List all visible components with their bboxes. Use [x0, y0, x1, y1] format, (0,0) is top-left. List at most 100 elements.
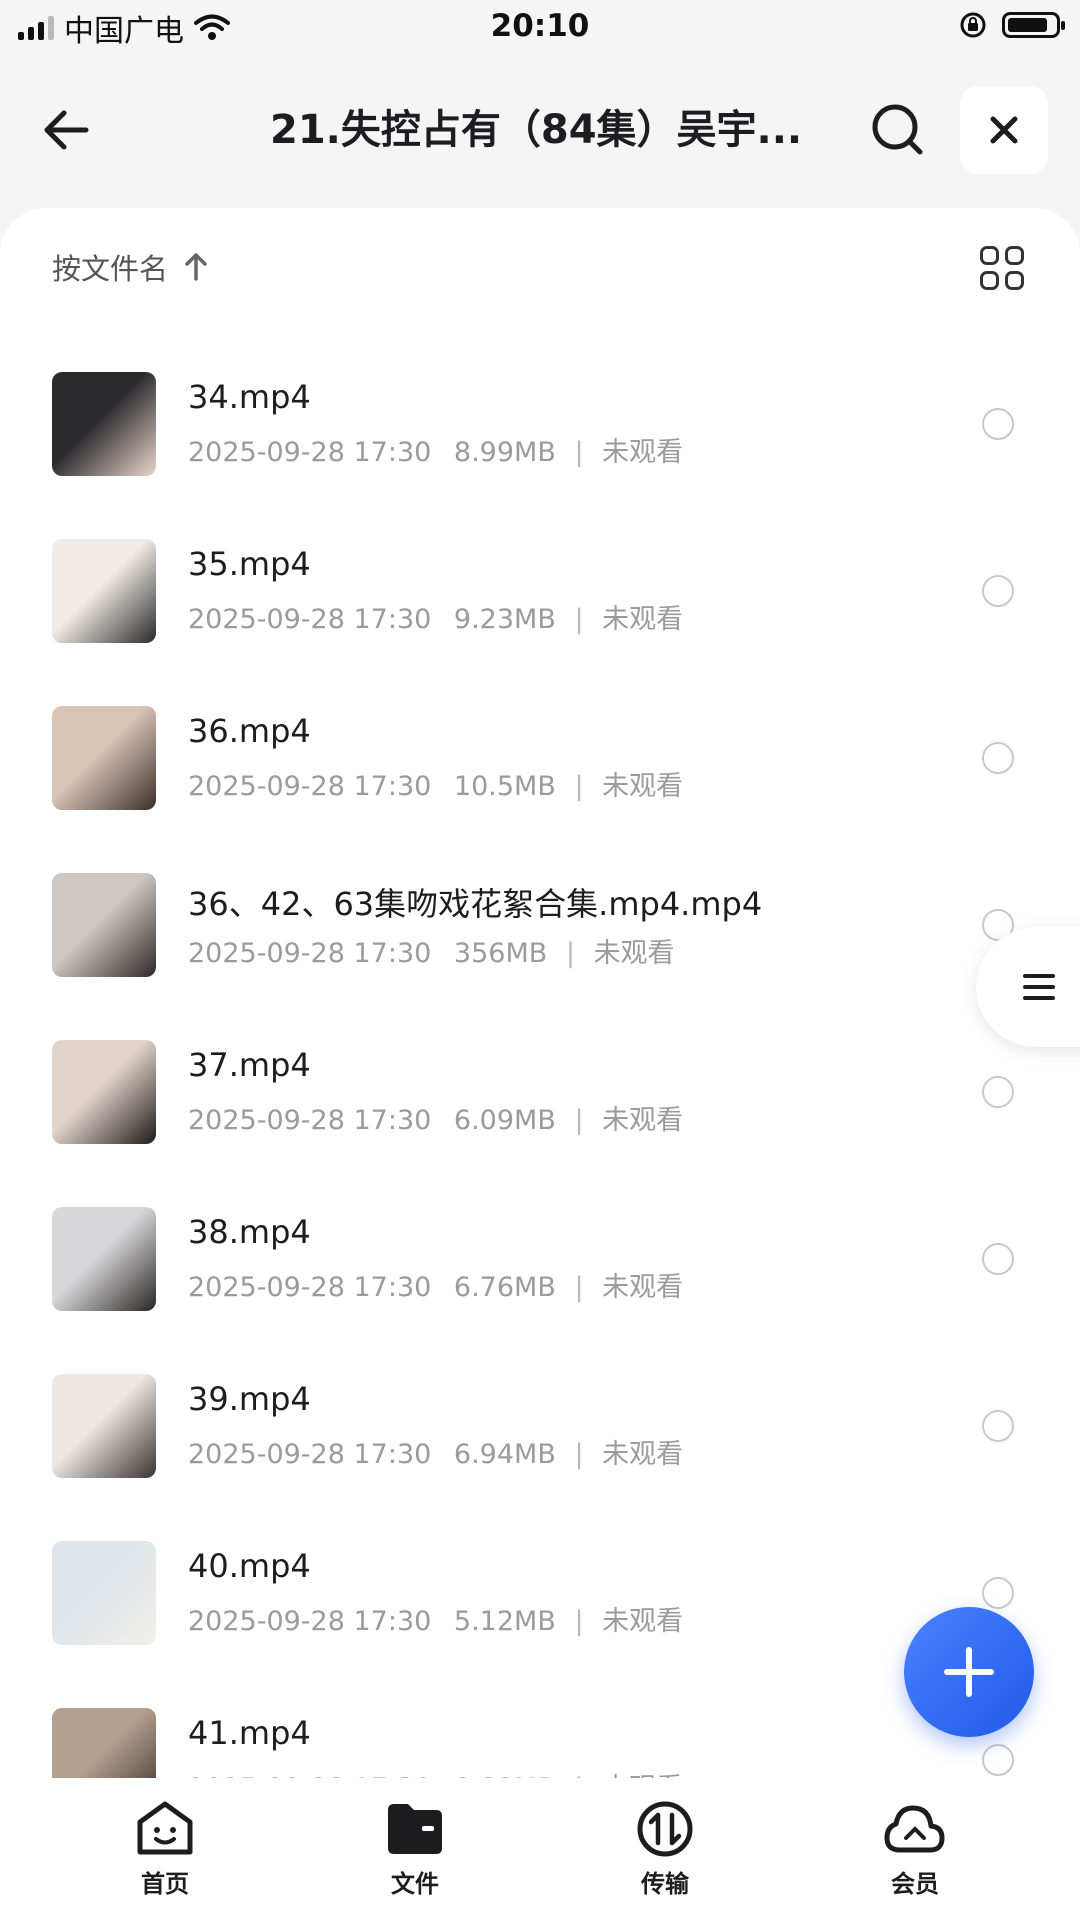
file-size: 6.76MB: [453, 1272, 556, 1303]
file-name: 37.mp4: [188, 1046, 311, 1084]
search-button[interactable]: [868, 100, 928, 160]
file-name: 36.mp4: [188, 712, 311, 750]
add-button[interactable]: [904, 1607, 1034, 1737]
select-radio[interactable]: [982, 1744, 1014, 1776]
file-meta: 2025-09-28 17:30 6.09MB | 未观看: [188, 1098, 683, 1137]
arrow-up-icon: [185, 253, 207, 281]
search-icon: [872, 104, 923, 155]
meta-separator: |: [574, 1606, 584, 1637]
file-meta: 2025-09-28 17:30 6.76MB | 未观看: [188, 1265, 683, 1304]
tab-files[interactable]: 文件: [345, 1800, 485, 1899]
video-thumbnail: [52, 1541, 156, 1645]
file-size: 8.99MB: [453, 437, 556, 468]
watch-status: 未观看: [602, 771, 684, 802]
watch-status: 未观看: [602, 604, 684, 635]
file-name: 35.mp4: [188, 545, 311, 583]
file-row[interactable]: 35.mp4 2025-09-28 17:30 9.23MB | 未观看: [0, 495, 1080, 662]
tab-transfer-label: 传输: [641, 1870, 689, 1898]
file-meta: 2025-09-28 17:30 356MB | 未观看: [188, 931, 675, 970]
select-radio[interactable]: [982, 575, 1014, 607]
file-meta: 2025-09-28 17:30 6.94MB | 未观看: [188, 1432, 683, 1471]
tab-member[interactable]: 会员: [845, 1800, 985, 1899]
file-name: 41.mp4: [188, 1714, 311, 1752]
video-thumbnail: [52, 372, 156, 476]
file-size: 6.09MB: [453, 1105, 556, 1136]
file-date: 2025-09-28 17:30: [188, 604, 432, 635]
file-date: 2025-09-28 17:30: [188, 1606, 432, 1637]
select-radio[interactable]: [982, 1243, 1014, 1275]
file-date: 2025-09-28 17:30: [188, 771, 432, 802]
meta-separator: |: [574, 1105, 584, 1136]
file-date: 2025-09-28 17:30: [188, 938, 432, 969]
select-radio[interactable]: [982, 1577, 1014, 1609]
rotation-lock-icon: [960, 12, 986, 38]
file-size: 10.5MB: [453, 771, 556, 802]
file-size: 5.12MB: [453, 1606, 556, 1637]
smiley-home-icon: [137, 1801, 193, 1855]
file-meta: 2025-09-28 17:30 5.12MB | 未观看: [188, 1599, 683, 1638]
tab-member-label: 会员: [891, 1870, 939, 1898]
select-radio[interactable]: [982, 1076, 1014, 1108]
back-arrow-icon: [44, 110, 89, 150]
video-thumbnail: [52, 539, 156, 643]
tab-transfer[interactable]: 传输: [595, 1800, 735, 1899]
meta-separator: |: [574, 437, 584, 468]
video-thumbnail: [52, 1374, 156, 1478]
menu-icon: [1023, 974, 1055, 1000]
close-button[interactable]: [960, 86, 1048, 174]
sort-label: 按文件名: [52, 252, 169, 286]
file-row[interactable]: 39.mp4 2025-09-28 17:30 6.94MB | 未观看: [0, 1330, 1080, 1497]
transfer-icon: [637, 1801, 693, 1857]
battery-level: [1008, 18, 1048, 32]
video-thumbnail: [52, 1708, 156, 1778]
file-size: 356MB: [453, 938, 548, 969]
meta-separator: |: [574, 1439, 584, 1470]
file-row[interactable]: 36.mp4 2025-09-28 17:30 10.5MB | 未观看: [0, 662, 1080, 829]
battery-icon: [1002, 12, 1065, 38]
watch-status: 未观看: [602, 437, 684, 468]
video-thumbnail: [52, 706, 156, 810]
video-thumbnail: [52, 1207, 156, 1311]
video-thumbnail: [52, 873, 156, 977]
file-panel: 按文件名 34.mp4 2025-09-28 17:30 8.99MB | 未观…: [0, 208, 1080, 1778]
watch-status: 未观看: [602, 1272, 684, 1303]
file-name: 40.mp4: [188, 1547, 311, 1585]
meta-separator: |: [574, 771, 584, 802]
watch-status: 未观看: [602, 1606, 684, 1637]
file-meta: 2025-09-28 17:30 8.88MB | 未观看: [188, 1766, 683, 1778]
select-radio[interactable]: [982, 408, 1014, 440]
file-date: 2025-09-28 17:30: [188, 1105, 432, 1136]
tab-bar: 首页 文件 传输 会员: [0, 1778, 1080, 1920]
file-list: 34.mp4 2025-09-28 17:30 8.99MB | 未观看 35.…: [0, 328, 1080, 1778]
file-date: 2025-09-28 17:30: [188, 437, 432, 468]
cloud-icon: [884, 1805, 945, 1853]
close-icon: [990, 116, 1018, 144]
back-button[interactable]: [36, 100, 106, 160]
file-date: 2025-09-28 17:30: [188, 1272, 432, 1303]
tab-home[interactable]: 首页: [95, 1800, 235, 1899]
file-meta: 2025-09-28 17:30 8.99MB | 未观看: [188, 430, 683, 469]
select-radio[interactable]: [982, 1410, 1014, 1442]
file-date: 2025-09-28 17:30: [188, 1439, 432, 1470]
sort-control[interactable]: 按文件名: [52, 246, 208, 288]
tab-home-label: 首页: [141, 1870, 189, 1898]
video-thumbnail: [52, 1040, 156, 1144]
file-name: 38.mp4: [188, 1213, 311, 1251]
select-radio[interactable]: [982, 742, 1014, 774]
file-row[interactable]: 37.mp4 2025-09-28 17:30 6.09MB | 未观看: [0, 996, 1080, 1163]
watch-status: 未观看: [602, 1105, 684, 1136]
meta-separator: |: [565, 938, 575, 969]
folder-icon: [388, 1804, 442, 1854]
file-name: 34.mp4: [188, 378, 311, 416]
file-name: 39.mp4: [188, 1380, 311, 1418]
file-row[interactable]: 38.mp4 2025-09-28 17:30 6.76MB | 未观看: [0, 1163, 1080, 1330]
file-row[interactable]: 36、42、63集吻戏花絮合集.mp4.mp4 2025-09-28 17:30…: [0, 829, 1080, 996]
status-right: [958, 10, 1065, 40]
tab-files-label: 文件: [391, 1870, 439, 1898]
watch-status: 未观看: [593, 938, 675, 969]
file-row[interactable]: 34.mp4 2025-09-28 17:30 8.99MB | 未观看: [0, 328, 1080, 495]
grid-view-icon[interactable]: [980, 246, 1024, 290]
status-time: 20:10: [490, 8, 590, 44]
meta-separator: |: [574, 1272, 584, 1303]
file-name: 36、42、63集吻戏花絮合集.mp4.mp4: [188, 885, 763, 923]
